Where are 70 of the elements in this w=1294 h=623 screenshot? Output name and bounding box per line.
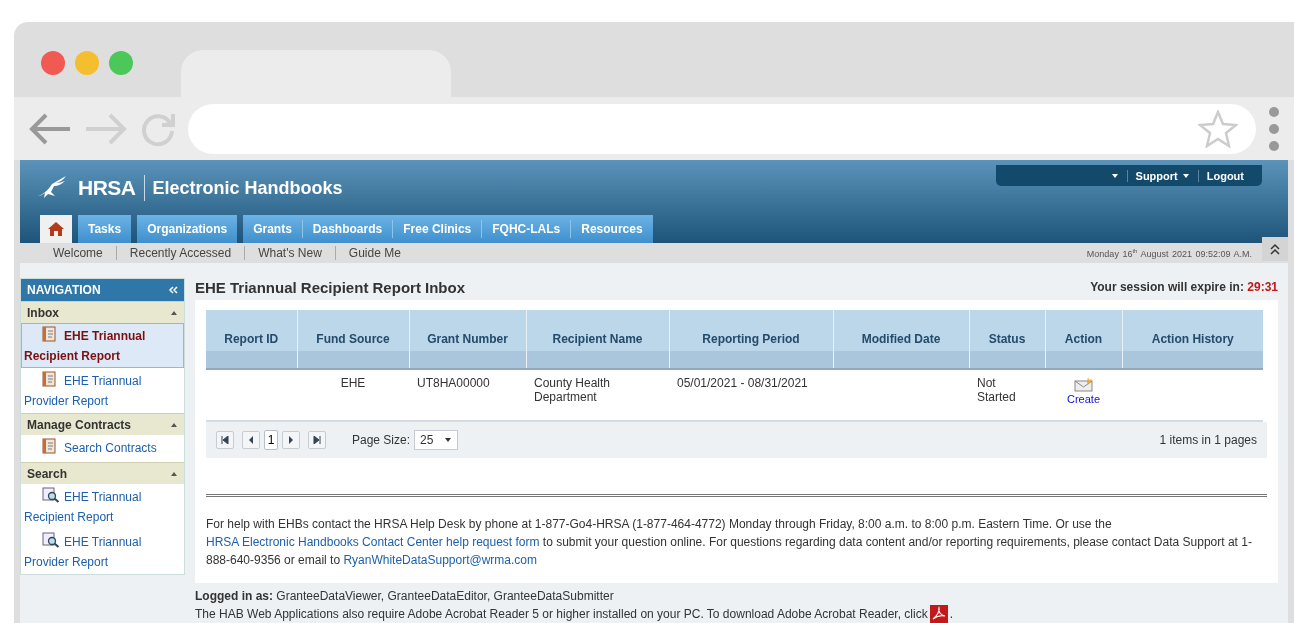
user-menu-item[interactable]: Support bbox=[1126, 169, 1198, 182]
user-menu-item[interactable]: Logout bbox=[1197, 169, 1252, 182]
column-header[interactable]: Grant Number bbox=[409, 310, 526, 369]
nav-item[interactable]: EHE Triannual Recipient Report bbox=[21, 484, 184, 529]
sub-nav-link[interactable]: What's New bbox=[244, 246, 335, 260]
nav-section-header[interactable]: Manage Contracts bbox=[21, 413, 184, 435]
collapse-icon[interactable] bbox=[168, 286, 178, 294]
report-icon bbox=[42, 371, 56, 387]
previous-page-button[interactable] bbox=[242, 431, 260, 449]
table-cell: EHE bbox=[340, 376, 366, 390]
sub-nav-link[interactable]: Recently Accessed bbox=[115, 246, 245, 260]
logo-text: HRSA bbox=[78, 176, 136, 200]
page-size-label: Page Size: bbox=[352, 433, 411, 447]
page-size-dropdown[interactable]: 25 bbox=[414, 430, 459, 450]
acrobat-note: The HAB Web Applications also require Adobe Acrobat Reader 5 or higher installed on your PC. To download Adobe Acrobat Reader, click bbox=[195, 606, 928, 623]
caret-icon bbox=[444, 437, 453, 443]
column-header[interactable]: Recipient Name bbox=[526, 310, 669, 369]
next-page-icon bbox=[288, 436, 294, 444]
home-tab[interactable] bbox=[40, 215, 72, 243]
table-cell: 05/01/2021 - 08/31/2021 bbox=[677, 376, 808, 390]
create-link[interactable]: Create bbox=[1067, 376, 1100, 405]
report-icon bbox=[42, 326, 56, 342]
navigation-title: NAVIGATION bbox=[27, 283, 101, 297]
last-page-button[interactable] bbox=[308, 431, 326, 449]
nav-item[interactable]: EHE Triannual Recipient Report bbox=[21, 323, 184, 368]
first-page-button[interactable] bbox=[216, 431, 234, 449]
column-header[interactable]: Action History bbox=[1122, 310, 1263, 369]
search-report-icon bbox=[42, 487, 60, 503]
session-timer: Your session will expire in: 29:31 bbox=[1090, 280, 1278, 294]
next-page-button[interactable] bbox=[282, 431, 300, 449]
caret-icon[interactable] bbox=[1181, 172, 1190, 179]
collapse-header-button[interactable] bbox=[1262, 237, 1288, 261]
page-title: EHE Triannual Recipient Report Inbox bbox=[195, 278, 466, 296]
caret-icon[interactable] bbox=[1110, 172, 1119, 179]
last-page-icon bbox=[313, 436, 321, 444]
help-link[interactable]: RyanWhiteDataSupport@wrma.com bbox=[343, 553, 537, 567]
nav-section-header[interactable]: Search bbox=[21, 462, 184, 484]
help-link[interactable]: HRSA Electronic Handbooks Contact Center help request form bbox=[206, 535, 540, 549]
column-header[interactable]: Fund Source bbox=[297, 310, 409, 369]
column-header[interactable]: Reporting Period bbox=[669, 310, 833, 369]
pdf-icon[interactable] bbox=[929, 605, 948, 623]
sub-nav-link[interactable]: Guide Me bbox=[334, 246, 414, 260]
previous-page-icon bbox=[248, 436, 254, 444]
table-cell: UT8HA00000 bbox=[417, 376, 490, 390]
star-icon[interactable] bbox=[1198, 109, 1238, 148]
close-window-icon[interactable] bbox=[41, 51, 65, 75]
help-text: For help with EHBs contact the HRSA Help Desk by phone at 1-877-Go4-HRSA (1-877-464-4772) Monday through Friday, 8:00 a.m. to 8:00 p.m. Eastern Time. Or use the HRSA Electronic Handbooks Contact Center help request form to submit your question online. For questions regarding data content and/or reporting requirements, please contact Data Support at 1-888-640-9356 or email to RyanWhiteDataSupport@wrma.com bbox=[206, 516, 1253, 569]
date-time: Monday 16$^{th}$ August 2021 09:52:09 A.M. bbox=[1086, 247, 1252, 259]
table-cell: Not Started bbox=[977, 376, 1016, 404]
column-header[interactable]: Report ID bbox=[206, 310, 297, 369]
page-number-button[interactable]: 1 bbox=[264, 430, 278, 450]
punctuation-text: . bbox=[949, 606, 953, 623]
nav-item[interactable]: Search Contracts bbox=[21, 435, 184, 462]
first-page-icon bbox=[221, 436, 229, 444]
nav-section-header[interactable]: Inbox bbox=[21, 301, 184, 323]
pager-summary: 1 items in 1 pages bbox=[1159, 433, 1257, 447]
nav-item[interactable]: EHE Triannual Provider Report bbox=[21, 529, 184, 574]
envelope-icon bbox=[1073, 376, 1094, 392]
column-header[interactable]: Status bbox=[969, 310, 1045, 369]
nav-item[interactable]: EHE Triannual Provider Report bbox=[21, 368, 184, 413]
column-header[interactable]: Modified Date bbox=[833, 310, 969, 369]
table-cell: County Health Department bbox=[534, 376, 611, 404]
report-icon bbox=[42, 438, 56, 454]
column-header[interactable]: Action bbox=[1045, 310, 1122, 369]
site-title: Electronic Handbooks bbox=[152, 177, 343, 199]
sub-nav-link[interactable]: Welcome bbox=[40, 246, 116, 260]
search-report-icon bbox=[42, 532, 60, 548]
double-chevron-up-icon bbox=[1270, 243, 1280, 255]
logged-in-text: Logged in as: GranteeDataViewer, GranteeDataEditor, GranteeDataSubmitter bbox=[195, 588, 615, 605]
home-icon bbox=[48, 222, 64, 236]
